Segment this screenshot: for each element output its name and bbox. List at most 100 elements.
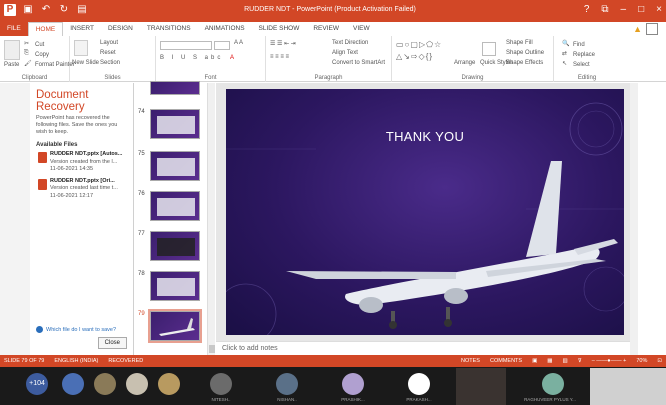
- warning-icon[interactable]: ▲: [633, 24, 642, 34]
- group-font: A A B I U S abc A Font: [156, 36, 266, 82]
- ribbon-home: Paste ✂ Cut ⎘ Copy 🖌 Format Painter Clipboa…: [0, 36, 666, 82]
- thumbnail-74[interactable]: 74: [134, 109, 210, 145]
- comments-toggle[interactable]: COMMENTS: [490, 358, 522, 364]
- font-style-buttons[interactable]: B I U S abc: [160, 55, 223, 61]
- slideshow-icon[interactable]: ⊽: [578, 358, 582, 364]
- redo-icon[interactable]: ↻: [58, 4, 70, 16]
- layout-button[interactable]: Layout: [100, 40, 118, 46]
- tab-transitions[interactable]: TRANSITIONS: [140, 22, 198, 36]
- pptx-file-icon: [38, 178, 47, 190]
- shapes-gallery-row2[interactable]: △↘⇨◇{}: [396, 52, 433, 61]
- list-icons[interactable]: ☰ ☰ ⇤ ⇥: [270, 40, 296, 47]
- text-direction-button[interactable]: Text Direction: [332, 40, 368, 46]
- font-grow-icon[interactable]: A A: [234, 40, 243, 46]
- tab-slide-show[interactable]: SLIDE SHOW: [252, 22, 307, 36]
- font-color-icon[interactable]: A: [230, 55, 234, 61]
- minimize-button[interactable]: –: [621, 4, 627, 15]
- which-file-help-link[interactable]: Which file do I want to save?: [36, 326, 116, 333]
- thumbnail-79[interactable]: 79: [134, 309, 210, 347]
- tab-home[interactable]: HOME: [27, 22, 64, 36]
- thumbnail-75[interactable]: 75: [134, 151, 210, 187]
- select-button[interactable]: ↖ Select: [562, 60, 590, 69]
- shape-effects-button[interactable]: Shape Effects: [506, 60, 543, 66]
- close-button[interactable]: ×: [656, 4, 662, 15]
- cut-label: Cut: [35, 42, 45, 49]
- paragraph-group-label: Paragraph: [314, 75, 343, 81]
- copy-button[interactable]: ⎘ Copy: [24, 50, 49, 59]
- notes-toggle[interactable]: NOTES: [461, 358, 480, 364]
- format-painter-button[interactable]: 🖌 Format Painter: [24, 60, 75, 69]
- reading-view-icon[interactable]: ▥: [562, 358, 567, 364]
- find-button[interactable]: 🔍 Find: [562, 40, 585, 49]
- new-slide-icon[interactable]: [74, 40, 88, 56]
- arrange-button[interactable]: Arrange: [454, 60, 475, 66]
- title-bar: P ▣ ↶ ↻ ▤ RUDDER NDT - PowerPoint (Produ…: [0, 0, 666, 22]
- replace-button[interactable]: ⇄ Replace: [562, 50, 595, 59]
- avatar[interactable]: [62, 373, 84, 395]
- thumbnail-76[interactable]: 76: [134, 191, 210, 227]
- paste-icon[interactable]: [4, 40, 20, 60]
- section-button[interactable]: Section: [100, 60, 120, 66]
- participant-count[interactable]: +104: [26, 373, 48, 395]
- avatar[interactable]: [210, 373, 232, 395]
- align-icons[interactable]: ≡ ≡ ≡ ≡: [270, 54, 289, 60]
- fit-slide-icon[interactable]: ⊡: [657, 358, 662, 364]
- paste-button[interactable]: Paste: [4, 62, 19, 68]
- reset-button[interactable]: Reset: [100, 50, 116, 56]
- zoom-slider[interactable]: – ——●—— +: [592, 358, 627, 364]
- slide-sorter-icon[interactable]: ▦: [547, 358, 552, 364]
- recovery-close-button[interactable]: Close: [97, 337, 127, 349]
- thumbnail-78[interactable]: 78: [134, 271, 210, 307]
- tab-view[interactable]: VIEW: [346, 22, 377, 36]
- slide-title[interactable]: THANK YOU: [226, 129, 624, 144]
- notes-pane[interactable]: Click to add notes: [216, 341, 630, 355]
- align-text-button[interactable]: Align Text: [332, 50, 358, 56]
- zoom-level[interactable]: 70%: [636, 358, 647, 364]
- avatar[interactable]: [542, 373, 564, 395]
- font-family-select[interactable]: [160, 41, 212, 50]
- tab-animations[interactable]: ANIMATIONS: [198, 22, 252, 36]
- avatar[interactable]: [94, 373, 116, 395]
- thumbnail-content: [157, 238, 195, 256]
- participant-name: PRAKASH...: [406, 397, 432, 402]
- avatar[interactable]: [158, 373, 180, 395]
- help-button[interactable]: ?: [584, 4, 590, 15]
- avatar[interactable]: [126, 373, 148, 395]
- normal-view-icon[interactable]: ▣: [532, 358, 537, 364]
- scroll-thumb[interactable]: [209, 345, 215, 353]
- slide-scrollbar[interactable]: [630, 83, 638, 355]
- participant-video[interactable]: [456, 368, 506, 405]
- thumbnail-77[interactable]: 77: [134, 231, 210, 267]
- save-icon[interactable]: ▣: [22, 4, 34, 16]
- quick-styles-icon[interactable]: [482, 42, 496, 56]
- pptx-file-icon: [38, 152, 47, 164]
- maximize-button[interactable]: □: [638, 4, 644, 15]
- tab-review[interactable]: REVIEW: [306, 22, 346, 36]
- cut-button[interactable]: ✂ Cut: [24, 40, 44, 49]
- shapes-gallery[interactable]: ▭○▢▷⬠☆: [396, 40, 442, 49]
- slide-editing-area: THANK YOU Click to add notes: [216, 83, 630, 355]
- recovered-file-item[interactable]: RUDDER NDT.pptx [Autos... Version create…: [38, 151, 127, 173]
- shape-outline-button[interactable]: Shape Outline: [506, 50, 544, 56]
- recovered-file-item[interactable]: RUDDER NDT.pptx [Ori... Version created …: [38, 178, 127, 200]
- start-from-beginning-icon[interactable]: ▤: [76, 4, 88, 16]
- ribbon-display-button[interactable]: ⧉: [601, 4, 608, 15]
- avatar[interactable]: [276, 373, 298, 395]
- shape-fill-button[interactable]: Shape Fill: [506, 40, 533, 46]
- current-slide[interactable]: THANK YOU: [226, 89, 624, 335]
- tab-file[interactable]: FILE: [0, 22, 28, 36]
- thumbnails-scrollbar[interactable]: [207, 83, 215, 355]
- convert-smartart-button[interactable]: Convert to SmartArt: [332, 60, 385, 66]
- font-size-select[interactable]: [214, 41, 230, 50]
- tab-design[interactable]: DESIGN: [101, 22, 140, 36]
- language-indicator[interactable]: ENGLISH (INDIA): [54, 358, 98, 364]
- avatar[interactable]: [342, 373, 364, 395]
- slide-number: 77: [138, 231, 145, 237]
- account-avatar[interactable]: [646, 23, 658, 35]
- avatar[interactable]: [408, 373, 430, 395]
- tab-insert[interactable]: INSERT: [63, 22, 101, 36]
- undo-icon[interactable]: ↶: [40, 4, 52, 16]
- new-slide-button[interactable]: New Slide: [72, 60, 99, 66]
- participant-video[interactable]: [590, 368, 666, 405]
- find-label: Find: [573, 42, 585, 49]
